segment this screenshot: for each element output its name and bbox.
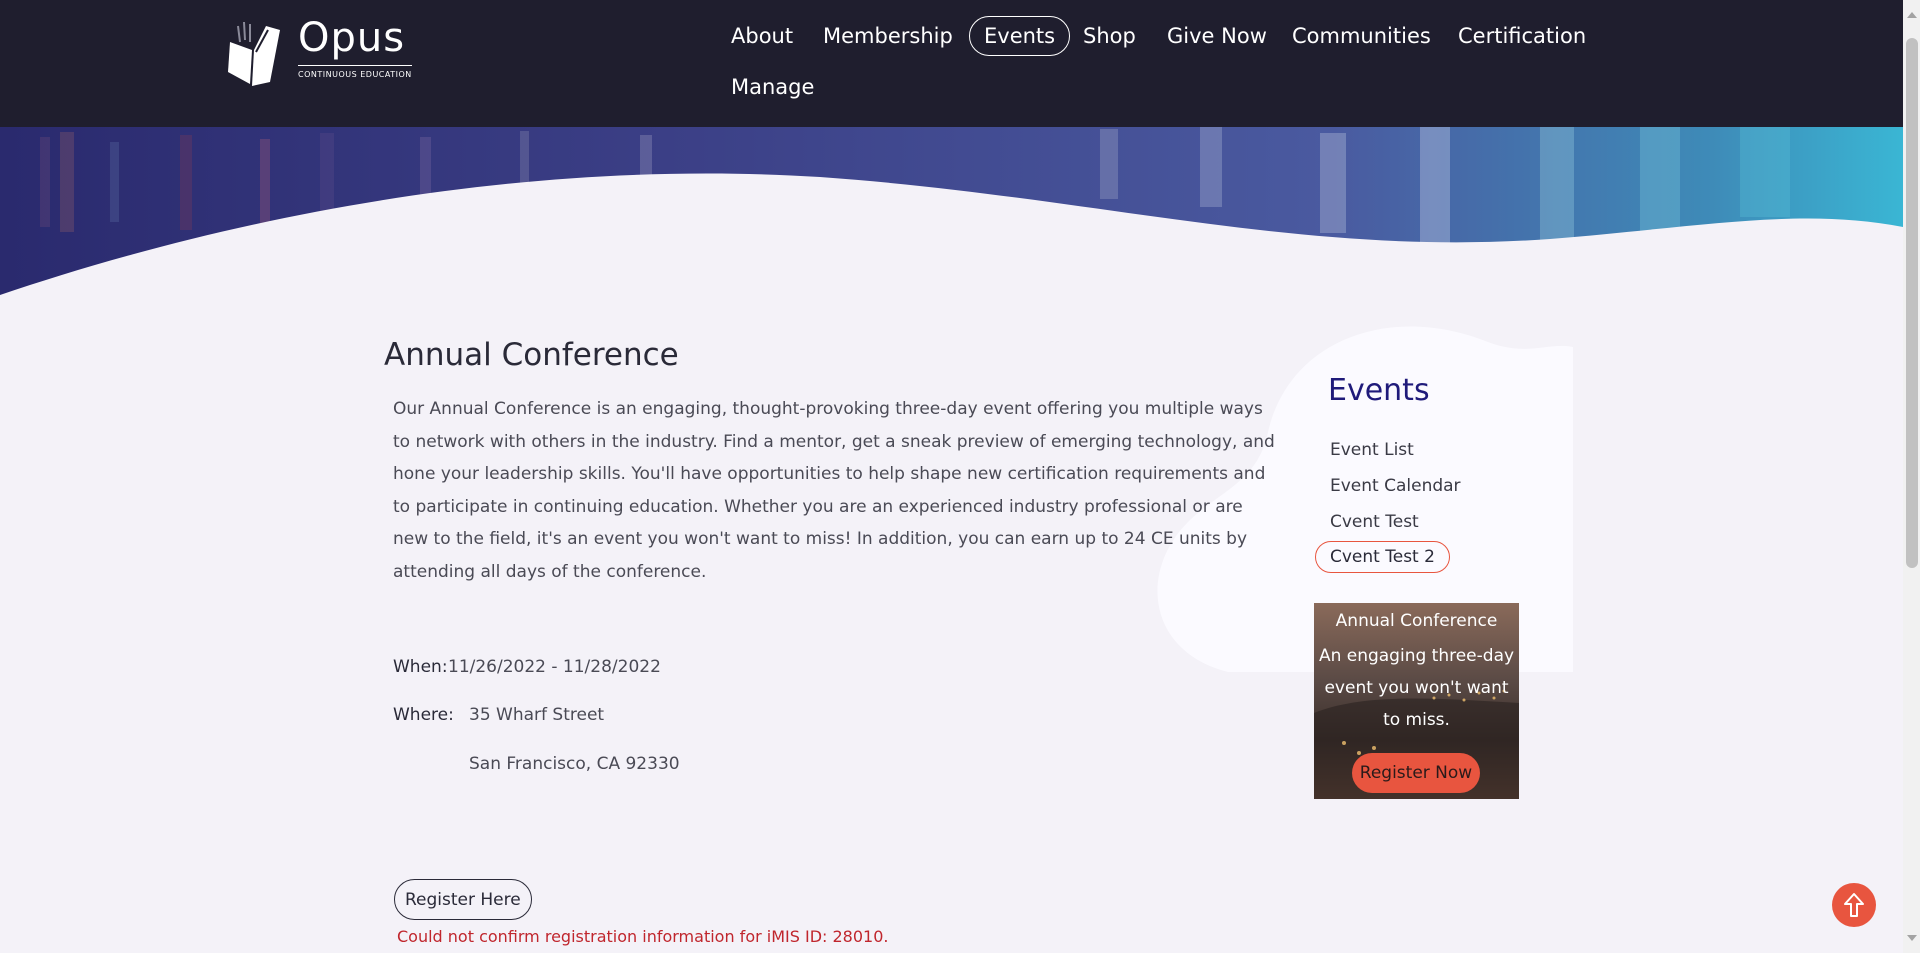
promo-card: Annual Conference An engaging three-day … [1314,603,1519,799]
promo-title: Annual Conference [1335,611,1498,631]
nav-shop[interactable]: Shop [1068,16,1151,56]
when-label: When: [393,657,448,677]
sidebar-link-event-calendar[interactable]: Event Calendar [1315,470,1476,502]
page-title: Annual Conference [384,336,679,373]
register-here-button[interactable]: Register Here [394,879,532,920]
brand-tagline: CONTINUOUS EDUCATION [298,70,412,79]
arrow-up-icon [1844,893,1864,917]
register-now-button[interactable]: Register Now [1352,753,1480,793]
nav-about[interactable]: About [716,16,808,56]
open-book-icon [228,21,280,86]
library-banner-image [0,127,1903,297]
scroll-down-icon[interactable] [1907,935,1917,941]
nav-manage[interactable]: Manage [716,67,829,107]
sidebar-title: Events [1328,373,1430,408]
when-value: 11/26/2022 - 11/28/2022 [448,657,661,677]
nav-events[interactable]: Events [969,16,1071,56]
back-to-top-button[interactable] [1832,883,1876,927]
sidebar-link-cvent-test[interactable]: Cvent Test [1315,506,1434,538]
where-label: Where: [393,705,454,725]
event-description: Our Annual Conference is an engaging, th… [393,399,1275,582]
nav-certification[interactable]: Certification [1443,16,1601,56]
nav-communities[interactable]: Communities [1277,16,1446,56]
hero-banner [0,127,1903,297]
brand-name: Opus [298,15,406,61]
nav-membership[interactable]: Membership [808,16,968,56]
scrollbar-thumb[interactable] [1906,38,1918,568]
site-header: Opus CONTINUOUS EDUCATION About Membersh… [0,0,1903,127]
address-line-2: San Francisco, CA 92330 [469,754,680,774]
sidebar-link-cvent-test-2[interactable]: Cvent Test 2 [1315,541,1450,573]
address-line-1: 35 Wharf Street [469,705,605,725]
site-logo[interactable]: Opus CONTINUOUS EDUCATION [226,12,416,88]
promo-subtitle: An engaging three-day event you won't wa… [1318,646,1515,730]
sidebar-link-event-list[interactable]: Event List [1315,434,1429,466]
scroll-up-icon[interactable] [1907,12,1917,18]
registration-error: Could not confirm registration informati… [397,927,889,946]
brand-rule [298,65,412,66]
nav-give-now[interactable]: Give Now [1152,16,1282,56]
